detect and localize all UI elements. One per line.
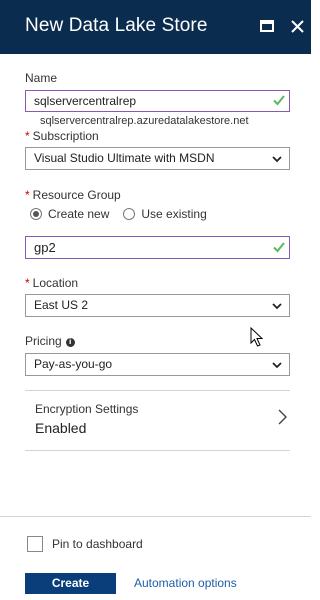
subscription-label: * Subscription: [25, 129, 99, 143]
create-button[interactable]: Create: [25, 573, 116, 594]
encryption-settings-value: Enabled: [35, 420, 87, 436]
pin-checkbox[interactable]: [27, 536, 43, 552]
resource-group-value: gp2: [34, 240, 56, 255]
name-input-value: sqlservercentralrep: [34, 94, 137, 108]
encryption-settings-title: Encryption Settings: [35, 402, 139, 416]
required-marker: *: [25, 129, 30, 143]
pricing-value: Pay-as-you-go: [34, 357, 113, 371]
close-button[interactable]: [287, 15, 307, 37]
chevron-down-icon: [272, 303, 282, 310]
location-label: * Location: [25, 276, 79, 290]
divider: [25, 450, 290, 451]
title-bar: New Data Lake Store: [0, 0, 311, 54]
radio-create-new[interactable]: [30, 208, 42, 220]
chevron-down-icon: [272, 156, 282, 163]
footer-divider: [0, 516, 311, 517]
radio-use-existing[interactable]: [123, 208, 136, 220]
chevron-right-icon: [278, 409, 287, 425]
name-input[interactable]: sqlservercentralrep: [25, 90, 290, 112]
mouse-cursor-icon: [250, 327, 264, 347]
subscription-value: Visual Studio Ultimate with MSDN: [34, 151, 215, 165]
radio-create-new-label[interactable]: Create new: [48, 207, 109, 221]
name-hint: sqlservercentralrep.azuredatalakestore.n…: [40, 115, 249, 127]
resource-group-label: * Resource Group: [25, 188, 121, 202]
window-title: New Data Lake Store: [25, 15, 208, 36]
info-icon[interactable]: i: [65, 338, 75, 347]
required-marker: *: [25, 276, 30, 290]
encryption-settings-item[interactable]: Encryption Settings Enabled: [25, 392, 290, 448]
maximize-icon: [260, 20, 274, 32]
divider: [25, 390, 290, 391]
maximize-button[interactable]: [257, 15, 277, 37]
subscription-select[interactable]: Visual Studio Ultimate with MSDN: [25, 147, 290, 170]
pin-label: Pin to dashboard: [52, 537, 143, 551]
required-marker: *: [25, 188, 30, 202]
pin-to-dashboard[interactable]: Pin to dashboard: [27, 536, 143, 552]
pricing-label: Pricing i: [25, 334, 75, 348]
radio-use-existing-label[interactable]: Use existing: [141, 207, 206, 221]
close-icon: [290, 19, 304, 33]
check-icon: [273, 242, 285, 253]
chevron-down-icon: [272, 362, 282, 369]
name-label: Name: [25, 71, 58, 85]
check-icon: [273, 95, 285, 106]
resource-group-radios: Create new Use existing: [30, 206, 221, 222]
pricing-select[interactable]: Pay-as-you-go: [25, 353, 290, 376]
location-value: East US 2: [34, 298, 89, 312]
automation-options-link[interactable]: Automation options: [134, 576, 237, 590]
resource-group-input[interactable]: gp2: [25, 236, 290, 259]
location-select[interactable]: East US 2: [25, 294, 290, 317]
